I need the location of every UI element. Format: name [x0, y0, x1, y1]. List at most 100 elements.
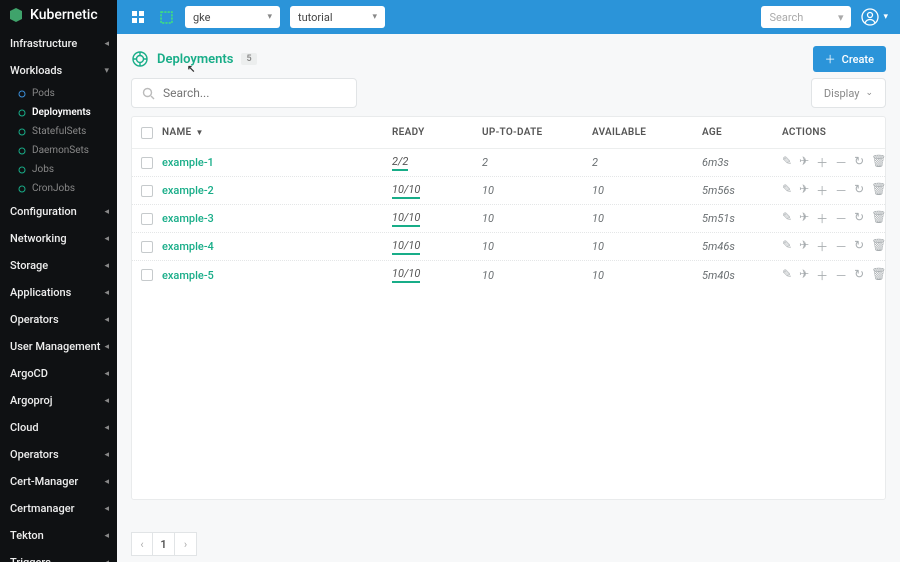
age-value: 6m3s	[702, 156, 782, 169]
display-button[interactable]: Display ⌄	[811, 78, 886, 108]
sidebar-section[interactable]: Storage◂	[0, 252, 117, 279]
sidebar-section[interactable]: User Management◂	[0, 333, 117, 360]
global-search[interactable]: Search ▾	[761, 6, 851, 28]
delete-icon[interactable]: 🗑	[871, 154, 886, 171]
sidebar-section-label: Argoproj	[10, 394, 53, 407]
row-checkbox[interactable]	[141, 269, 153, 281]
sidebar-section[interactable]: Workloads▾	[0, 57, 117, 84]
sidebar-section[interactable]: Configuration◂	[0, 198, 117, 225]
delete-icon[interactable]: 🗑	[871, 267, 886, 284]
sidebar-item[interactable]: Deployments	[0, 103, 117, 122]
send-icon[interactable]: ✈	[799, 238, 809, 255]
scale-down-icon[interactable]: －	[835, 210, 847, 227]
chevron-icon: ▾	[104, 66, 109, 76]
create-button[interactable]: ＋ Create	[813, 46, 886, 72]
search-input-wrap[interactable]	[131, 78, 357, 108]
send-icon[interactable]: ✈	[799, 267, 809, 284]
delete-icon[interactable]: 🗑	[871, 182, 886, 199]
restart-icon[interactable]: ↻	[854, 182, 864, 199]
sidebar-section[interactable]: Cloud◂	[0, 414, 117, 441]
edit-icon[interactable]: ✎	[782, 154, 792, 171]
sidebar-section[interactable]: ArgoCD◂	[0, 360, 117, 387]
namespace-select-value: tutorial	[298, 11, 333, 24]
col-ready[interactable]: READY	[392, 127, 482, 138]
row-checkbox[interactable]	[141, 213, 153, 225]
chevron-down-icon: ⌄	[865, 88, 873, 98]
sidebar-item[interactable]: CronJobs	[0, 179, 117, 198]
deployment-name-link[interactable]: example-3	[162, 212, 214, 225]
scale-up-icon[interactable]: ＋	[816, 267, 828, 284]
deployment-name-link[interactable]: example-5	[162, 269, 214, 282]
scale-up-icon[interactable]: ＋	[816, 182, 828, 199]
sidebar-item[interactable]: Jobs	[0, 160, 117, 179]
content: Deployments 5 ↖ ＋ Create Display ⌄	[117, 34, 900, 562]
send-icon[interactable]: ✈	[799, 154, 809, 171]
scale-up-icon[interactable]: ＋	[816, 210, 828, 227]
restart-icon[interactable]: ↻	[854, 210, 864, 227]
row-checkbox[interactable]	[141, 185, 153, 197]
sidebar-section[interactable]: Certmanager◂	[0, 495, 117, 522]
scale-down-icon[interactable]: －	[835, 154, 847, 171]
prev-page-button[interactable]: ‹	[131, 532, 153, 556]
sidebar-section[interactable]: Tekton◂	[0, 522, 117, 549]
row-actions: ✎ ✈ ＋ － ↻ 🗑	[782, 210, 892, 227]
user-menu[interactable]: ▾	[861, 8, 888, 26]
col-name[interactable]: NAME ▼	[162, 127, 392, 138]
edit-icon[interactable]: ✎	[782, 238, 792, 255]
namespace-select[interactable]: tutorial ▾	[290, 6, 385, 28]
deployment-name-link[interactable]: example-1	[162, 156, 214, 169]
namespace-icon[interactable]	[157, 8, 175, 26]
send-icon[interactable]: ✈	[799, 182, 809, 199]
sidebar-section-label: User Management	[10, 340, 100, 353]
scale-down-icon[interactable]: －	[835, 182, 847, 199]
sidebar-section[interactable]: Operators◂	[0, 306, 117, 333]
row-checkbox[interactable]	[141, 241, 153, 253]
scale-down-icon[interactable]: －	[835, 238, 847, 255]
sidebar-section[interactable]: Triggers◂	[0, 549, 117, 562]
sidebar-item[interactable]: DaemonSets	[0, 141, 117, 160]
next-page-button[interactable]: ›	[175, 532, 197, 556]
sidebar-section-label: Storage	[10, 259, 48, 272]
sidebar-item-label: CronJobs	[32, 183, 75, 194]
sidebar-section[interactable]: Argoproj◂	[0, 387, 117, 414]
row-checkbox[interactable]	[141, 157, 153, 169]
col-uptodate[interactable]: UP-TO-DATE	[482, 127, 592, 138]
edit-icon[interactable]: ✎	[782, 210, 792, 227]
sidebar-item[interactable]: Pods	[0, 84, 117, 103]
sidebar-section[interactable]: Cert-Manager◂	[0, 468, 117, 495]
scale-up-icon[interactable]: ＋	[816, 154, 828, 171]
age-value: 5m46s	[702, 240, 782, 253]
search-input[interactable]	[163, 86, 346, 100]
delete-icon[interactable]: 🗑	[871, 210, 886, 227]
sidebar-section[interactable]: Infrastructure◂	[0, 30, 117, 57]
sidebar-item-label: DaemonSets	[32, 145, 89, 156]
col-age[interactable]: AGE	[702, 127, 782, 138]
send-icon[interactable]: ✈	[799, 210, 809, 227]
select-all-checkbox[interactable]	[141, 127, 153, 139]
page-header: Deployments 5 ↖ ＋ Create	[131, 46, 886, 72]
restart-icon[interactable]: ↻	[854, 238, 864, 255]
context-select[interactable]: gke ▾	[185, 6, 280, 28]
delete-icon[interactable]: 🗑	[871, 238, 886, 255]
deployment-name-link[interactable]: example-4	[162, 240, 214, 253]
edit-icon[interactable]: ✎	[782, 267, 792, 284]
caret-down-icon: ▾	[267, 12, 272, 22]
scale-down-icon[interactable]: －	[835, 267, 847, 284]
sidebar-section[interactable]: Applications◂	[0, 279, 117, 306]
chevron-icon: ◂	[104, 477, 109, 487]
row-actions: ✎ ✈ ＋ － ↻ 🗑	[782, 267, 892, 284]
page-number[interactable]: 1	[153, 532, 175, 556]
table-row: example-3 10/10 10 10 5m51s ✎ ✈ ＋ － ↻ 🗑	[132, 205, 885, 233]
col-available[interactable]: AVAILABLE	[592, 127, 702, 138]
dashboard-grid-icon[interactable]	[129, 8, 147, 26]
sidebar-section[interactable]: Operators◂	[0, 441, 117, 468]
scale-up-icon[interactable]: ＋	[816, 238, 828, 255]
edit-icon[interactable]: ✎	[782, 182, 792, 199]
sidebar-section[interactable]: Networking◂	[0, 225, 117, 252]
sidebar-item[interactable]: StatefulSets	[0, 122, 117, 141]
restart-icon[interactable]: ↻	[854, 154, 864, 171]
chevron-icon: ◂	[104, 369, 109, 379]
restart-icon[interactable]: ↻	[854, 267, 864, 284]
deployment-name-link[interactable]: example-2	[162, 184, 214, 197]
age-value: 5m40s	[702, 269, 782, 282]
